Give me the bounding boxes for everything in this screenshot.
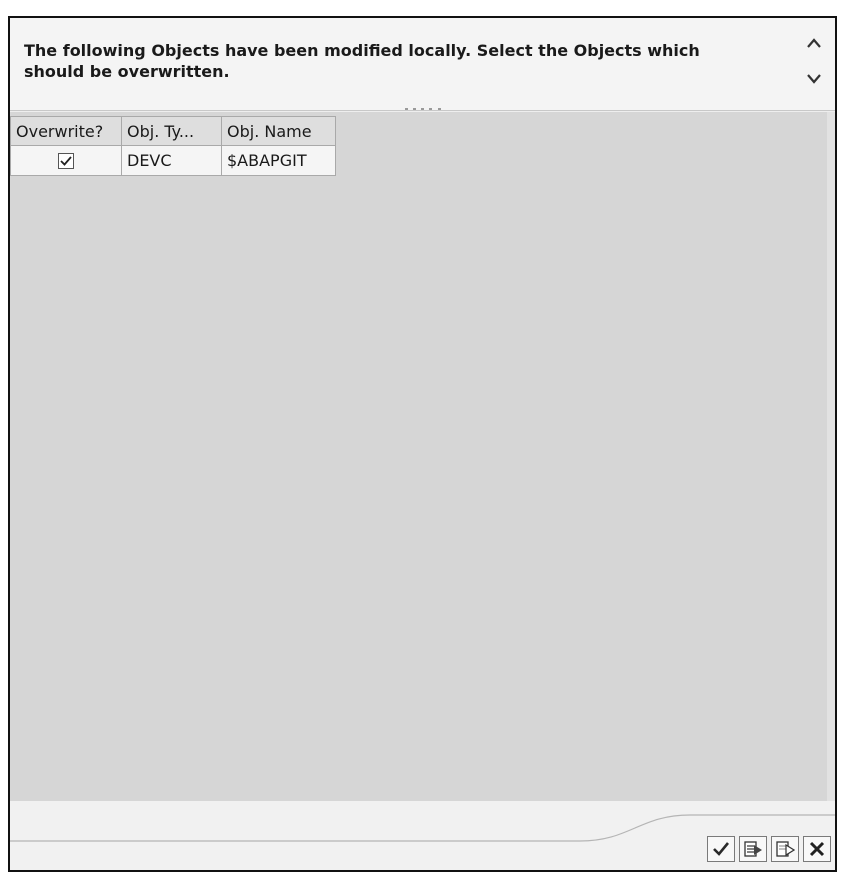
deselect-all-button[interactable] (771, 836, 799, 862)
splitter-handle[interactable] (404, 106, 441, 111)
overwrite-cell (10, 146, 122, 176)
grid-scrollbar[interactable] (827, 112, 835, 801)
message-area: The following Objects have been modified… (10, 18, 835, 111)
footer-toolbar (707, 836, 831, 862)
cancel-button[interactable] (803, 836, 831, 862)
checkmark-icon (60, 155, 72, 166)
dialog-window: The following Objects have been modified… (8, 16, 837, 872)
message-text: The following Objects have been modified… (24, 41, 700, 81)
confirm-button[interactable] (707, 836, 735, 862)
obj-type-cell: DEVC (122, 146, 222, 176)
cancel-icon (809, 841, 825, 857)
scroll-down-button[interactable] (803, 68, 825, 90)
column-header-obj-type[interactable]: Obj. Ty... (122, 116, 222, 146)
obj-name-cell: $ABAPGIT (222, 146, 336, 176)
column-header-obj-name[interactable]: Obj. Name (222, 116, 336, 146)
deselect-all-icon (776, 841, 795, 857)
select-all-button[interactable] (739, 836, 767, 862)
chevron-down-icon (807, 74, 821, 84)
scroll-up-button[interactable] (803, 32, 825, 54)
dialog-footer (10, 801, 835, 870)
confirm-icon (713, 842, 730, 856)
column-header-overwrite[interactable]: Overwrite? (10, 116, 122, 146)
select-all-icon (744, 841, 762, 857)
objects-table: Overwrite? Obj. Ty... Obj. Name DEVC $AB… (10, 116, 336, 176)
table-header: Overwrite? Obj. Ty... Obj. Name (10, 116, 336, 146)
overwrite-checkbox[interactable] (58, 152, 74, 169)
objects-grid: Overwrite? Obj. Ty... Obj. Name DEVC $AB… (10, 112, 835, 801)
table-row[interactable]: DEVC $ABAPGIT (10, 146, 336, 176)
chevron-up-icon (807, 38, 821, 48)
